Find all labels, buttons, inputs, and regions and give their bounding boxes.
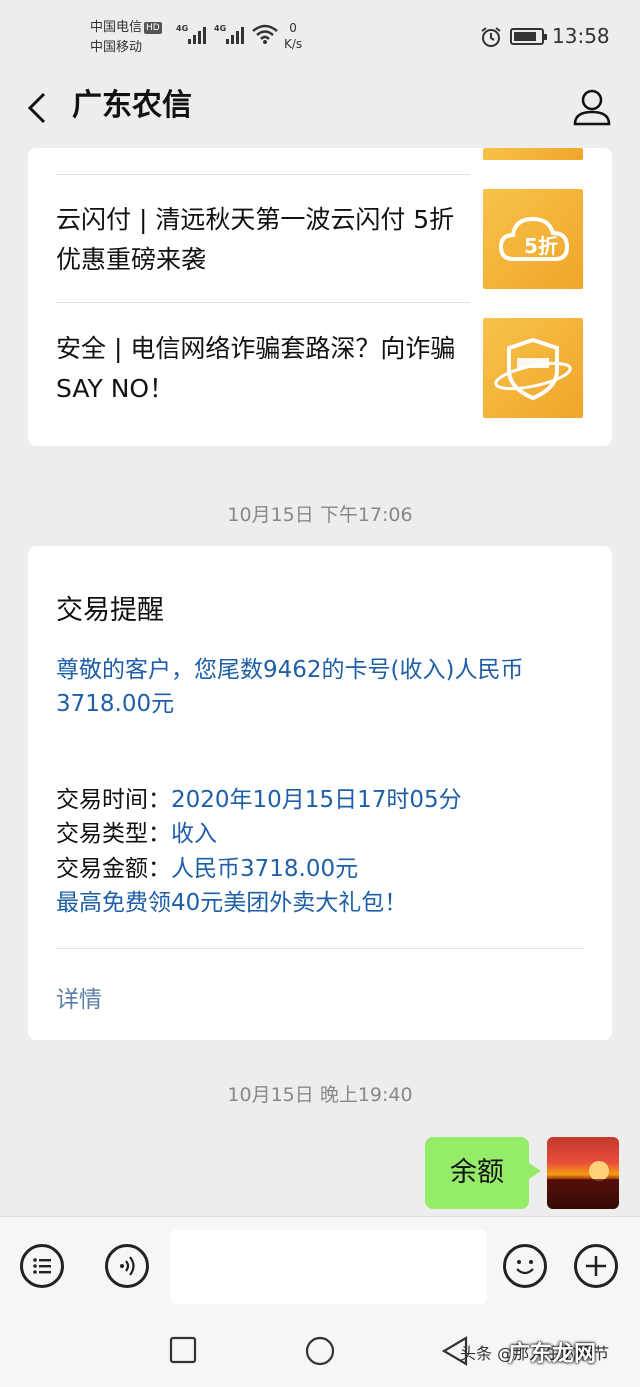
news-thumbnail	[483, 148, 583, 160]
signal-icon: 4G	[176, 24, 206, 44]
watermark-overlay: 广东龙网	[508, 1342, 597, 1367]
field-label: 交易金额：	[56, 856, 171, 882]
divider	[56, 948, 584, 949]
message-timestamp: 10月15日 下午17:06	[227, 504, 413, 526]
alarm-icon	[481, 27, 501, 47]
field-value: 收入	[171, 821, 217, 847]
transaction-amount-row: 交易金额：人民币3718.00元	[56, 852, 358, 886]
emoji-icon[interactable]	[503, 1244, 547, 1288]
discount-badge: 5折	[524, 234, 558, 258]
recent-apps-icon[interactable]	[169, 1336, 197, 1364]
voice-input-icon[interactable]	[105, 1244, 149, 1288]
status-bar: 中国电信 HD 中国移动 4G 4G 0 K/s 13:58	[0, 0, 640, 70]
back-arrow-icon[interactable]	[22, 88, 62, 128]
news-title[interactable]: 安全 | 电信网络诈骗套路深？向诈骗 SAY NO！	[56, 329, 466, 409]
field-value: 人民币3718.00元	[171, 856, 359, 882]
transaction-intro-amount: 3718.00元	[56, 691, 175, 717]
field-label: 交易时间：	[56, 787, 171, 813]
clock: 13:58	[552, 24, 610, 48]
home-icon[interactable]	[304, 1335, 336, 1367]
hd-badge: HD	[144, 21, 162, 34]
transaction-time-row: 交易时间：2020年10月15日17时05分	[56, 783, 462, 817]
details-link[interactable]: 详情	[56, 980, 102, 1014]
plus-icon[interactable]	[574, 1244, 618, 1288]
cloud-discount-icon: 5折	[498, 216, 570, 261]
field-value: 2020年10月15日17时05分	[171, 787, 462, 813]
signal-icon: 4G	[214, 24, 244, 44]
sent-message-bubble[interactable]: 余额	[425, 1137, 541, 1209]
message-timestamp: 10月15日 晚上19:40	[227, 1084, 413, 1106]
user-profile-icon[interactable]	[570, 86, 614, 130]
transaction-title: 交易提醒	[56, 595, 164, 626]
input-bar	[0, 1216, 640, 1317]
sunset-avatar-image	[547, 1161, 619, 1209]
transaction-intro: 尊敬的客户，您尾数9462的卡号(收入)人民币	[56, 657, 524, 683]
title-bar: 广东农信	[0, 70, 640, 148]
chat-title: 广东农信	[72, 88, 192, 123]
network-speed: 0 K/s	[284, 21, 303, 51]
message-input[interactable]	[170, 1230, 487, 1304]
avatar[interactable]	[547, 1137, 619, 1209]
field-label: 交易类型：	[56, 821, 171, 847]
carrier-1: 中国电信	[90, 20, 143, 35]
carrier-2: 中国移动	[90, 40, 143, 55]
promo-text: 最高免费领40元美团外卖大礼包！	[56, 890, 408, 916]
news-title[interactable]: 云闪付 | 清远秋天第一波云闪付 5折优惠重磅来袭	[56, 200, 466, 280]
divider	[56, 174, 470, 175]
divider	[56, 302, 470, 303]
wifi-icon	[252, 24, 278, 44]
menu-list-icon[interactable]	[20, 1244, 64, 1288]
battery-icon	[510, 28, 547, 45]
transaction-type-row: 交易类型：收入	[56, 817, 217, 851]
carrier-info: 中国电信 HD 中国移动	[90, 18, 162, 58]
news-thumbnail[interactable]	[483, 318, 583, 418]
security-shield-icon	[494, 337, 572, 401]
news-thumbnail[interactable]: 5折	[483, 189, 583, 289]
